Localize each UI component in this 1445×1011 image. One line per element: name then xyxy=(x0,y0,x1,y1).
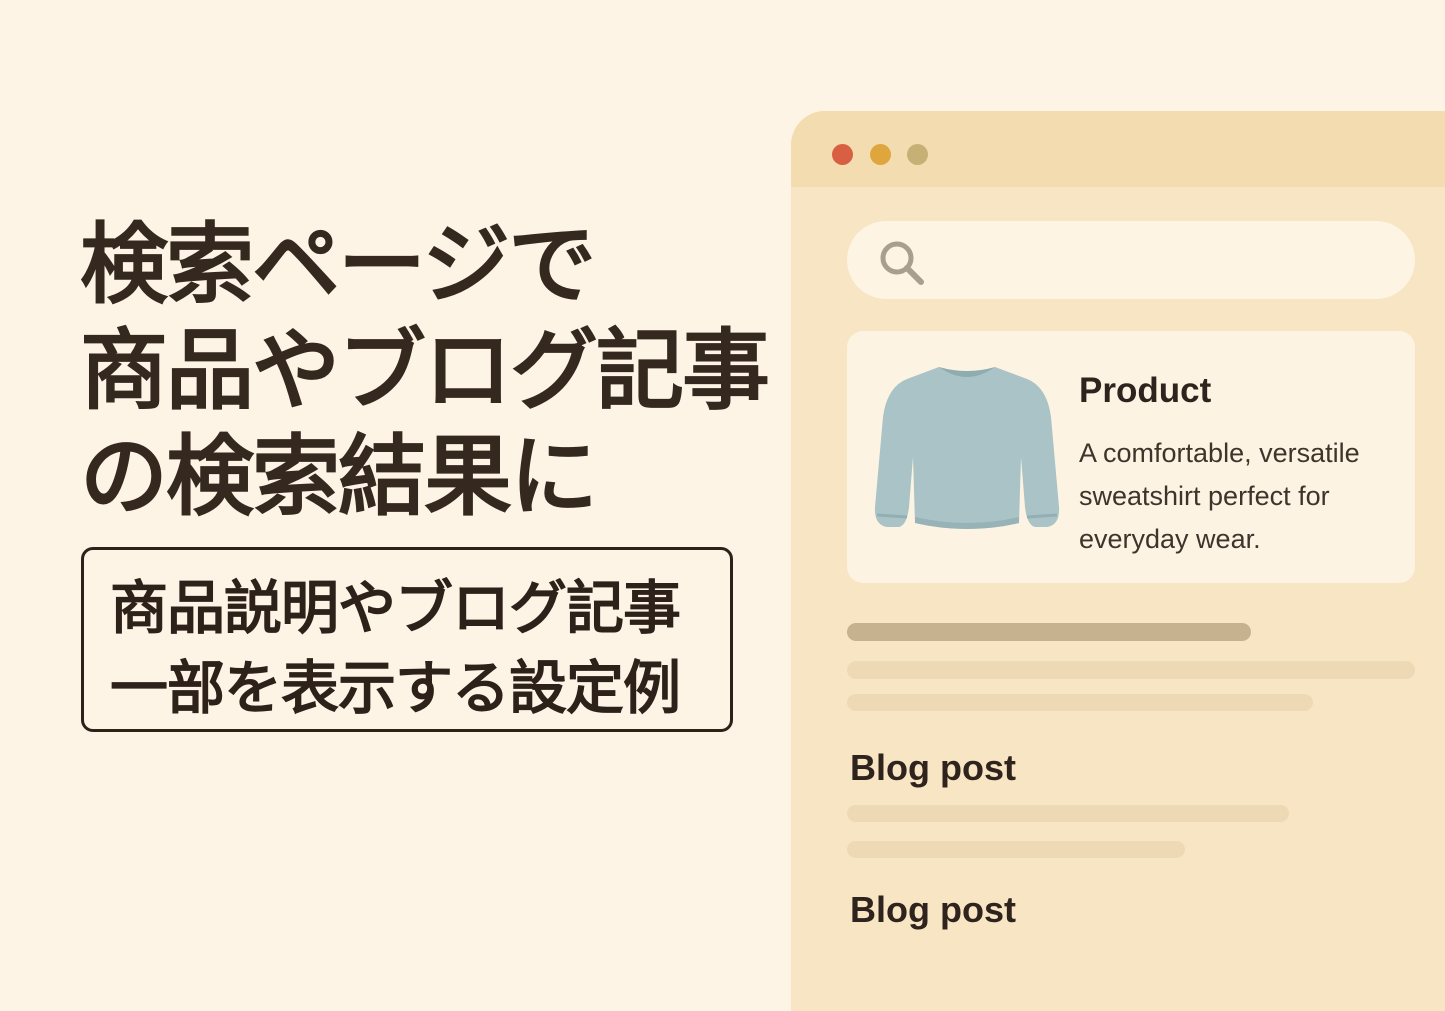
subtitle-line: 一部を表示する設定例 xyxy=(110,654,681,722)
placeholder-text-bar xyxy=(847,841,1185,858)
product-description: A comfortable, versatile sweatshirt perf… xyxy=(1079,438,1360,554)
placeholder-text-bar xyxy=(847,805,1289,822)
headline: 検索ページで 商品やブログ記事 の検索結果に xyxy=(80,212,780,530)
product-card[interactable]: Product A comfortable, versatile sweatsh… xyxy=(847,331,1415,583)
browser-titlebar xyxy=(791,111,1445,187)
search-input[interactable] xyxy=(847,221,1415,299)
blog-post-title[interactable]: Blog post xyxy=(850,747,1016,789)
maximize-window-dot[interactable] xyxy=(907,144,928,165)
close-window-dot[interactable] xyxy=(832,144,853,165)
headline-line: 商品やブログ記事 xyxy=(80,319,770,422)
headline-line: の検索結果に xyxy=(80,425,598,528)
search-icon xyxy=(880,241,924,285)
subtitle-box: 商品説明やブログ記事 一部を表示する設定例 xyxy=(81,547,733,732)
headline-line: 検索ページで xyxy=(80,213,596,316)
sweatshirt-icon xyxy=(874,367,1060,529)
placeholder-text-bar xyxy=(847,694,1313,711)
subtitle-line: 商品説明やブログ記事 xyxy=(110,574,681,642)
blog-post-title[interactable]: Blog post xyxy=(850,889,1016,931)
placeholder-text-bar xyxy=(847,661,1415,679)
minimize-window-dot[interactable] xyxy=(870,144,891,165)
browser-window: Product A comfortable, versatile sweatsh… xyxy=(791,111,1445,1011)
product-title[interactable]: Product xyxy=(1079,371,1211,411)
placeholder-heading-bar xyxy=(847,623,1251,641)
